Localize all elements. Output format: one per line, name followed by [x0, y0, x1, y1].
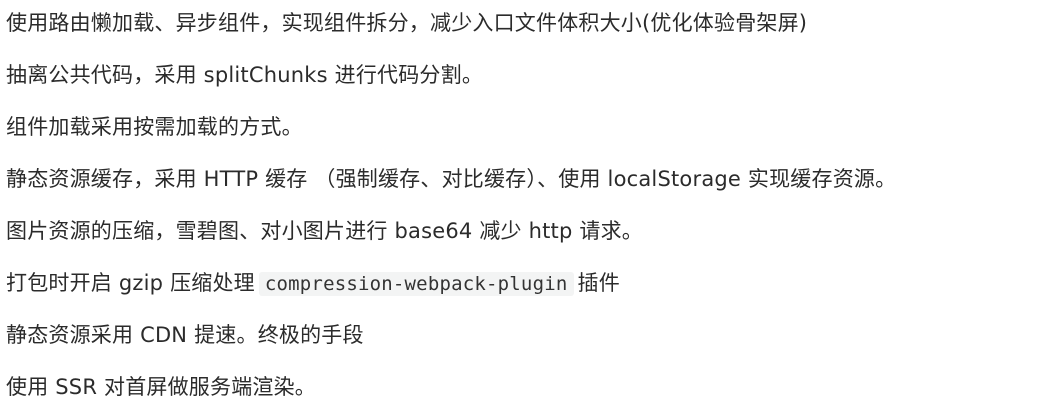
- text-line-gzip: 打包时开启 gzip 压缩处理 compression-webpack-plugi…: [6, 268, 620, 298]
- text-line-cdn: 静态资源采用 CDN 提速。终极的手段: [6, 323, 364, 347]
- document-body: 使用路由懒加载、异步组件，实现组件拆分，减少入口文件体积大小(优化体验骨架屏) …: [6, 0, 1046, 412]
- text-line-lazy-load: 使用路由懒加载、异步组件，实现组件拆分，减少入口文件体积大小(优化体验骨架屏): [6, 11, 808, 35]
- text-line-split-chunks: 抽离公共代码，采用 splitChunks 进行代码分割。: [6, 63, 484, 87]
- text-line-image-compress: 图片资源的压缩，雪碧图、对小图片进行 base64 减少 http 请求。: [6, 219, 643, 243]
- text-line-ssr: 使用 SSR 对首屏做服务端渲染。: [6, 375, 317, 399]
- gzip-text-after: 插件: [577, 271, 620, 295]
- text-line-on-demand: 组件加载采用按需加载的方式。: [6, 115, 303, 139]
- text-line-static-cache: 静态资源缓存，采用 HTTP 缓存 （强制缓存、对比缓存）、使用 localSt…: [6, 167, 897, 191]
- gzip-text-before: 打包时开启 gzip 压缩处理: [6, 271, 255, 295]
- inline-code-plugin: compression-webpack-plugin: [258, 272, 574, 296]
